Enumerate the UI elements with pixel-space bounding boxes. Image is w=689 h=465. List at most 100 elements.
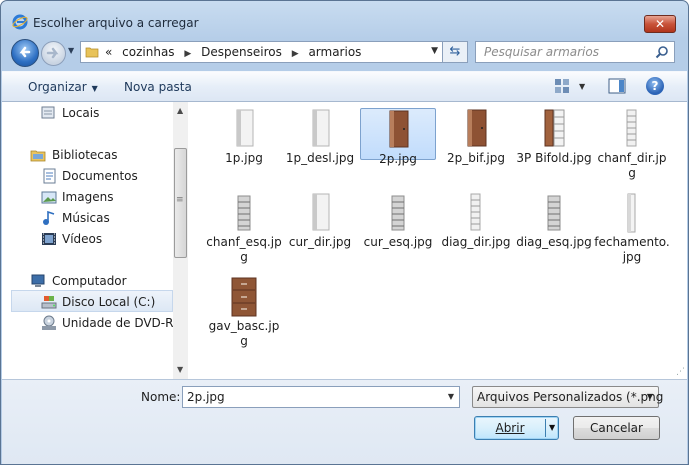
- address-dropdown-icon[interactable]: ▼: [431, 46, 438, 56]
- nav-item-label: Músicas: [62, 211, 110, 225]
- file-name: cur_esq.jpg: [363, 235, 433, 249]
- file-item[interactable]: 2p.jpg: [360, 108, 436, 166]
- new-folder-button[interactable]: Nova pasta: [124, 80, 192, 94]
- file-item[interactable]: fechamento.jpg: [594, 192, 670, 265]
- breadcrumb-separator-icon[interactable]: ▶: [292, 49, 299, 59]
- navigation-pane: Locais Bibliotecas Documentos Imagens Mú…: [2, 102, 188, 379]
- cancel-button[interactable]: Cancelar: [573, 416, 660, 440]
- file-item[interactable]: 1p_desl.jpg: [282, 108, 358, 166]
- file-item[interactable]: 1p.jpg: [206, 108, 282, 166]
- preview-pane-icon[interactable]: [608, 78, 626, 94]
- scroll-down-icon[interactable]: ▼: [177, 365, 183, 374]
- file-item[interactable]: gav_basc.jpg: [206, 276, 282, 349]
- nav-item-label: Unidade de DVD-RW: [62, 316, 185, 330]
- search-placeholder: Pesquisar armarios: [484, 45, 599, 59]
- forward-button[interactable]: [41, 41, 66, 66]
- search-icon[interactable]: [655, 45, 669, 59]
- file-name-value: 2p.jpg: [187, 390, 225, 404]
- nav-item-label: Locais: [62, 106, 100, 120]
- file-item[interactable]: cur_dir.jpg: [282, 192, 358, 250]
- file-item[interactable]: cur_esq.jpg: [360, 192, 436, 250]
- close-button[interactable]: ✕: [644, 15, 676, 33]
- view-options-dropdown-icon[interactable]: ▼: [579, 82, 585, 91]
- nav-pane-scrollbar[interactable]: ▲ ≡ ▼: [173, 102, 188, 379]
- search-input[interactable]: Pesquisar armarios: [475, 41, 675, 63]
- nav-item-computador[interactable]: Computador: [2, 270, 173, 292]
- breadcrumb-item[interactable]: cozinhas: [122, 45, 174, 59]
- nav-item-disco-local[interactable]: Disco Local (C:): [11, 290, 173, 312]
- nav-item-musicas[interactable]: Músicas: [2, 207, 173, 229]
- change-view-icon[interactable]: [554, 78, 570, 94]
- file-thumbnail-icon: [298, 192, 342, 234]
- breadcrumb-overflow[interactable]: «: [105, 45, 112, 59]
- breadcrumb: « cozinhas ▶ Despenseiros ▶ armarios: [105, 45, 367, 59]
- nav-item-bibliotecas[interactable]: Bibliotecas: [2, 144, 173, 166]
- file-name: chanf_dir.jpg: [597, 151, 667, 180]
- file-type-value: Arquivos Personalizados (*.png: [477, 390, 664, 404]
- scrollbar-thumb[interactable]: ≡: [174, 148, 187, 258]
- breadcrumb-item[interactable]: armarios: [308, 45, 361, 59]
- file-item[interactable]: chanf_esq.jpg: [206, 192, 282, 265]
- help-button[interactable]: ?: [646, 77, 664, 95]
- grip-icon: ≡: [176, 195, 184, 205]
- file-name: 2p_bif.jpg: [447, 151, 505, 165]
- file-thumbnail-icon: [222, 108, 266, 150]
- recent-pages-dropdown[interactable]: ▼: [68, 46, 78, 56]
- split-divider: [545, 419, 546, 437]
- file-type-select[interactable]: Arquivos Personalizados (*.png ▼: [472, 386, 663, 408]
- open-options-dropdown-icon[interactable]: ▼: [549, 423, 555, 432]
- file-thumbnail-icon: [222, 276, 266, 318]
- documents-icon: [43, 168, 56, 184]
- local-disk-icon: [41, 296, 57, 309]
- back-button[interactable]: [11, 39, 39, 67]
- nav-item-videos[interactable]: Vídeos: [2, 228, 173, 250]
- recent-places-icon: [41, 106, 55, 119]
- pictures-icon: [41, 191, 57, 204]
- breadcrumb-item[interactable]: Despenseiros: [201, 45, 282, 59]
- file-thumbnail-icon: [532, 192, 576, 234]
- file-name: diag_dir.jpg: [441, 235, 511, 249]
- file-name: fechamento.jpg: [594, 235, 670, 264]
- resize-grip-icon[interactable]: ⋰: [676, 367, 685, 377]
- file-name-label: Nome:: [141, 390, 181, 404]
- forward-arrow-icon: [46, 47, 59, 59]
- nav-item-locais[interactable]: Locais: [2, 102, 173, 124]
- nav-item-dvd[interactable]: Unidade de DVD-RW: [2, 312, 185, 334]
- file-thumbnail-icon: [454, 192, 498, 234]
- file-item[interactable]: chanf_dir.jpg: [594, 108, 670, 181]
- nav-item-label: Bibliotecas: [52, 148, 118, 162]
- nav-item-label: Vídeos: [62, 232, 103, 246]
- file-thumbnail-icon: [376, 109, 420, 151]
- content-area: Locais Bibliotecas Documentos Imagens Mú…: [2, 102, 687, 379]
- file-item[interactable]: diag_esq.jpg: [516, 192, 592, 250]
- file-name-field[interactable]: 2p.jpg ▼: [182, 386, 460, 408]
- nav-item-label: Disco Local (C:): [62, 295, 156, 309]
- videos-icon: [42, 233, 56, 245]
- breadcrumb-separator-icon[interactable]: ▶: [184, 49, 191, 59]
- computer-icon: [31, 274, 45, 287]
- file-name: 1p.jpg: [225, 151, 263, 165]
- file-name: cur_dir.jpg: [288, 235, 352, 249]
- file-item[interactable]: 3P Bifold.jpg: [516, 108, 592, 166]
- nav-item-imagens[interactable]: Imagens: [2, 186, 173, 208]
- refresh-button[interactable]: ⇆: [443, 41, 468, 63]
- file-item[interactable]: 2p_bif.jpg: [438, 108, 514, 166]
- file-item[interactable]: diag_dir.jpg: [438, 192, 514, 250]
- window-title: Escolher arquivo a carregar: [33, 16, 199, 30]
- file-thumbnail-icon: [454, 108, 498, 150]
- file-thumbnail-icon: [610, 192, 654, 234]
- open-button[interactable]: Abrir ▼: [474, 416, 559, 440]
- file-name-dropdown-icon[interactable]: ▼: [448, 392, 454, 401]
- file-thumbnail-icon: [298, 108, 342, 150]
- file-name: 1p_desl.jpg: [285, 151, 355, 165]
- file-dialog-window: Escolher arquivo a carregar ✕ ▼ « cozinh…: [0, 0, 689, 465]
- music-icon: [43, 210, 55, 225]
- command-toolbar: Organizar ▼ Nova pasta ▼ ?: [2, 71, 687, 102]
- nav-item-documentos[interactable]: Documentos: [2, 165, 173, 187]
- organize-menu[interactable]: Organizar ▼: [28, 80, 98, 94]
- file-thumbnail-icon: [376, 192, 420, 234]
- scroll-up-icon[interactable]: ▲: [177, 106, 183, 115]
- file-name: 3P Bifold.jpg: [516, 151, 592, 165]
- file-thumbnail-icon: [222, 192, 266, 234]
- address-bar[interactable]: « cozinhas ▶ Despenseiros ▶ armarios ▼: [80, 41, 443, 63]
